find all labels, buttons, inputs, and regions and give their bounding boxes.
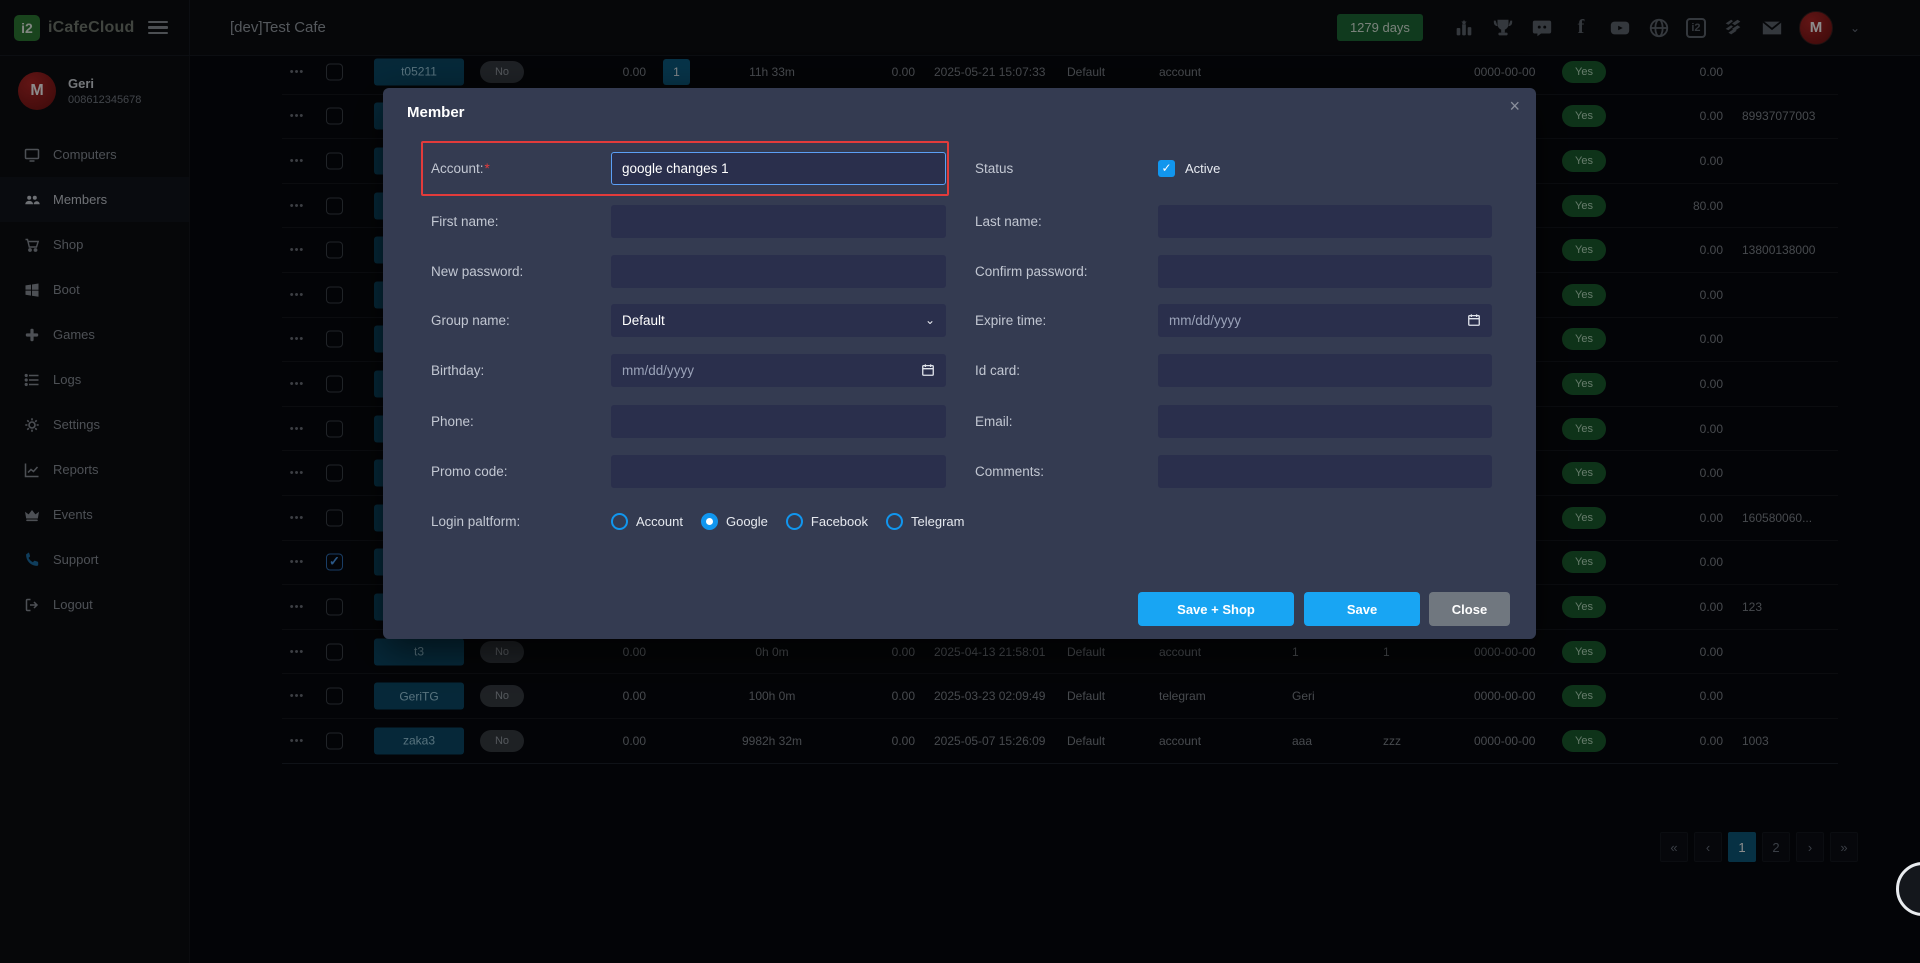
login-platform-label: Login paltform: xyxy=(431,514,611,529)
field-row-account: Account:* xyxy=(431,143,946,193)
radio-icon[interactable] xyxy=(886,513,903,530)
save-button[interactable]: Save xyxy=(1304,592,1420,626)
member-modal: Member × Account:* First name: New passw… xyxy=(383,88,1536,639)
radio-icon[interactable] xyxy=(611,513,628,530)
status-checkbox-label: Active xyxy=(1185,161,1220,176)
radio-label: Account xyxy=(636,514,683,529)
first-name-label: First name: xyxy=(431,214,611,229)
account-label: Account: xyxy=(431,161,484,176)
confirm-password-label: Confirm password: xyxy=(975,264,1158,279)
field-row-expire-time: Expire time: mm/dd/yyyy xyxy=(975,295,1492,345)
email-input[interactable] xyxy=(1158,405,1492,438)
last-name-label: Last name: xyxy=(975,214,1158,229)
radio-label: Google xyxy=(726,514,768,529)
radio-option-telegram[interactable]: Telegram xyxy=(886,513,964,530)
promo-code-label: Promo code: xyxy=(431,464,611,479)
required-mark: * xyxy=(485,161,490,176)
email-label: Email: xyxy=(975,414,1158,429)
field-row-group-name: Group name: Default ⌄ xyxy=(431,295,946,345)
first-name-input[interactable] xyxy=(611,205,946,238)
field-row-confirm-password: Confirm password: xyxy=(975,246,1492,296)
birthday-label: Birthday: xyxy=(431,363,611,378)
phone-input[interactable] xyxy=(611,405,946,438)
modal-title: Member xyxy=(407,104,465,121)
field-row-comments: Comments: xyxy=(975,446,1492,496)
field-row-id-card: Id card: xyxy=(975,345,1492,395)
chevron-down-icon: ⌄ xyxy=(925,313,935,327)
field-row-status: Status ✓ Active xyxy=(975,143,1220,193)
confirm-password-input[interactable] xyxy=(1158,255,1492,288)
comments-input[interactable] xyxy=(1158,455,1492,488)
comments-label: Comments: xyxy=(975,464,1158,479)
field-row-promo-code: Promo code: xyxy=(431,446,946,496)
expire-time-input[interactable]: mm/dd/yyyy xyxy=(1158,304,1492,337)
group-name-label: Group name: xyxy=(431,313,611,328)
group-name-value: Default xyxy=(622,313,665,328)
expire-time-placeholder: mm/dd/yyyy xyxy=(1169,313,1241,328)
promo-code-input[interactable] xyxy=(611,455,946,488)
account-input[interactable] xyxy=(611,152,946,185)
radio-icon[interactable] xyxy=(701,513,718,530)
radio-option-google[interactable]: Google xyxy=(701,513,768,530)
radio-option-account[interactable]: Account xyxy=(611,513,683,530)
group-name-select[interactable]: Default ⌄ xyxy=(611,304,946,337)
status-checkbox[interactable]: ✓ xyxy=(1158,160,1175,177)
field-row-email: Email: xyxy=(975,396,1492,446)
birthday-placeholder: mm/dd/yyyy xyxy=(622,363,694,378)
field-row-phone: Phone: xyxy=(431,396,946,446)
save-shop-button[interactable]: Save + Shop xyxy=(1138,592,1294,626)
field-row-birthday: Birthday: mm/dd/yyyy xyxy=(431,345,946,395)
expire-time-label: Expire time: xyxy=(975,313,1158,328)
phone-label: Phone: xyxy=(431,414,611,429)
close-icon[interactable]: × xyxy=(1509,96,1520,117)
radio-icon[interactable] xyxy=(786,513,803,530)
new-password-label: New password: xyxy=(431,264,611,279)
field-row-login-platform: Login paltform: Account Google Facebook Tel… xyxy=(431,496,964,546)
birthday-input[interactable]: mm/dd/yyyy xyxy=(611,354,946,387)
calendar-icon[interactable] xyxy=(1467,313,1481,327)
status-label: Status xyxy=(975,161,1158,176)
last-name-input[interactable] xyxy=(1158,205,1492,238)
radio-option-facebook[interactable]: Facebook xyxy=(786,513,868,530)
login-platform-radios: Account Google Facebook Telegram xyxy=(611,513,964,530)
id-card-label: Id card: xyxy=(975,363,1158,378)
radio-label: Facebook xyxy=(811,514,868,529)
id-card-input[interactable] xyxy=(1158,354,1492,387)
field-row-first-name: First name: xyxy=(431,196,946,246)
calendar-icon[interactable] xyxy=(921,363,935,377)
field-row-last-name: Last name: xyxy=(975,196,1492,246)
radio-label: Telegram xyxy=(911,514,964,529)
close-button[interactable]: Close xyxy=(1429,592,1510,626)
field-row-new-password: New password: xyxy=(431,246,946,296)
new-password-input[interactable] xyxy=(611,255,946,288)
